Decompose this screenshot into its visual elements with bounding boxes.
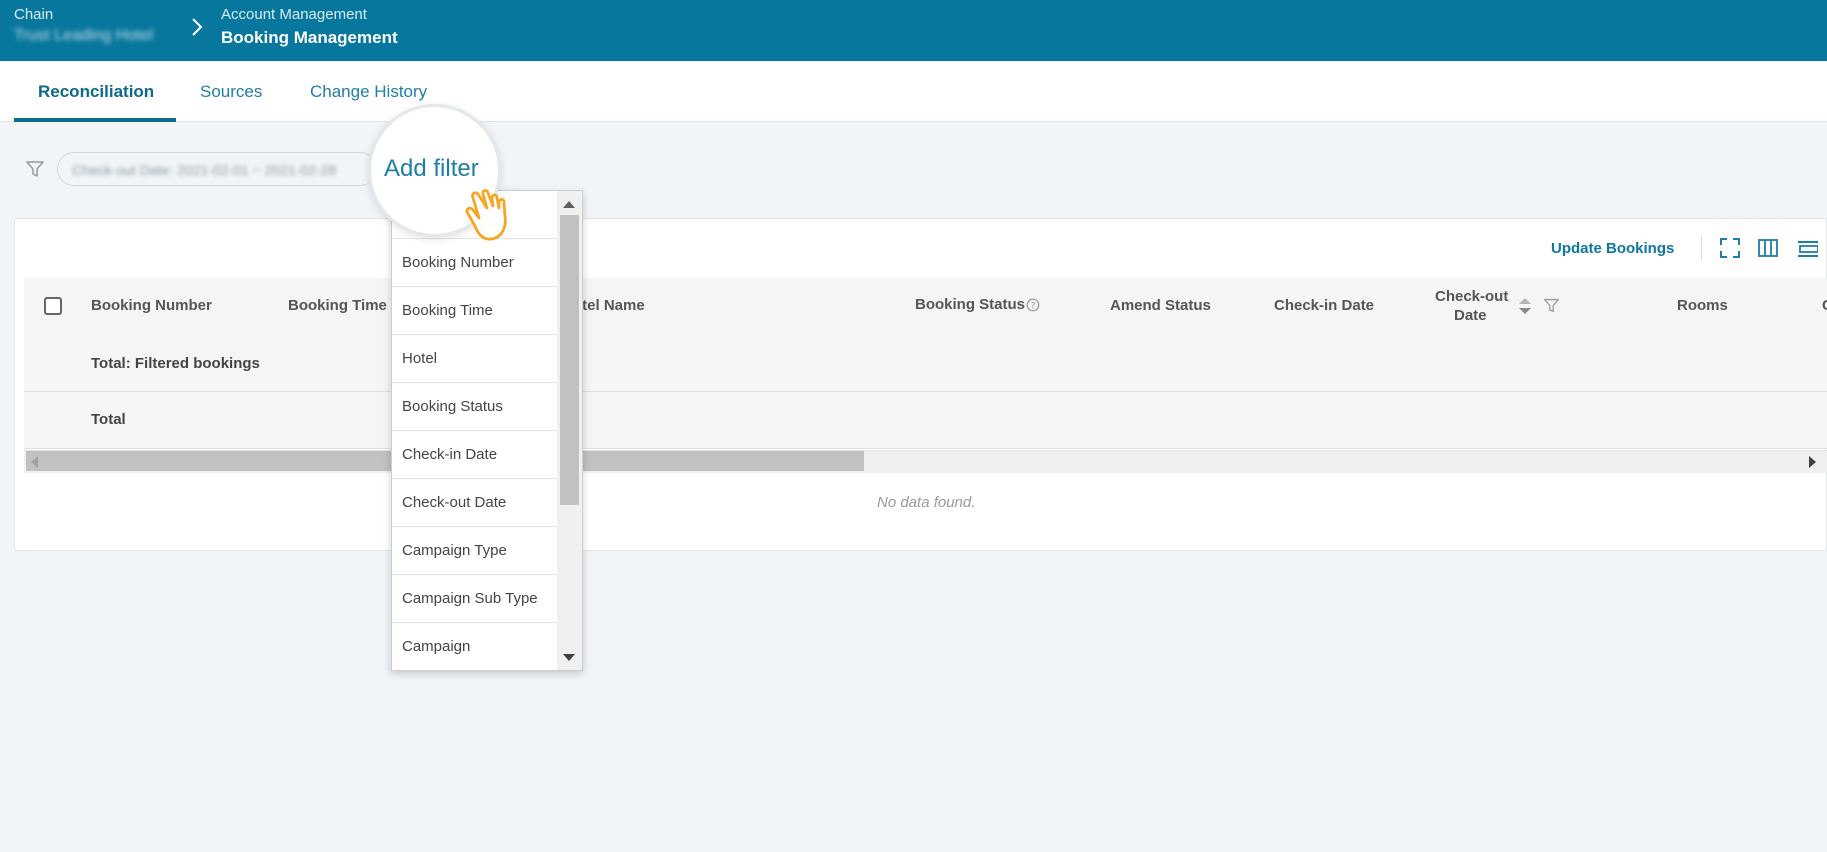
toolbar-divider (1701, 236, 1702, 260)
scroll-left-arrow-icon[interactable] (31, 456, 38, 468)
filter-option-check-in-date[interactable]: Check-in Date (392, 431, 557, 479)
tab-reconciliation[interactable]: Reconciliation (38, 82, 154, 102)
update-bookings-button[interactable]: Update Bookings (1551, 240, 1674, 257)
column-booking-number[interactable]: Booking Number (91, 297, 212, 314)
density-icon[interactable] (1796, 237, 1818, 259)
filter-option-check-out-date[interactable]: Check-out Date (392, 479, 557, 527)
add-filter-button[interactable]: Add filter (384, 155, 479, 183)
scroll-right-arrow-icon[interactable] (1809, 456, 1816, 468)
filter-option-booking-time[interactable]: Booking Time (392, 287, 557, 335)
column-booking-status[interactable]: Booking Status (915, 296, 1025, 313)
tab-bar: Reconciliation Sources Change History (0, 61, 1827, 122)
add-filter-dropdown: Booking Number Booking Time Hotel Bookin… (391, 190, 583, 671)
chain-label: Chain (14, 6, 54, 23)
help-icon[interactable]: ? (1026, 298, 1040, 312)
column-hotel-name[interactable]: otel Name (573, 297, 645, 314)
chevron-right-icon (192, 18, 203, 36)
top-header: Chain Trust Leading Hotel Account Manage… (0, 0, 1827, 61)
column-check-out-date-line2[interactable]: Date (1454, 307, 1487, 324)
scroll-down-arrow-icon[interactable] (563, 654, 575, 661)
tab-sources[interactable]: Sources (200, 82, 262, 102)
column-filter-icon[interactable] (1543, 297, 1560, 314)
page-title: Booking Management (221, 28, 398, 47)
row-label-total: Total (91, 411, 126, 428)
active-tab-indicator (14, 118, 176, 122)
fullscreen-icon[interactable] (1719, 237, 1741, 259)
filter-icon[interactable] (25, 159, 45, 179)
pointer-hand-icon (465, 189, 507, 241)
table-row: Total (24, 392, 1827, 449)
columns-icon[interactable] (1757, 237, 1779, 259)
column-clipped[interactable]: C (1822, 297, 1827, 314)
hotel-chain-name[interactable]: Trust Leading Hotel (14, 27, 174, 45)
scroll-up-arrow-icon[interactable] (563, 201, 575, 208)
column-check-out-date-line1[interactable]: Check-out (1435, 288, 1508, 305)
filter-option-campaign-sub-type[interactable]: Campaign Sub Type (392, 575, 557, 623)
dropdown-scrollbar-thumb[interactable] (560, 215, 579, 505)
tab-change-history[interactable]: Change History (310, 82, 427, 102)
column-booking-time[interactable]: Booking Time (288, 297, 387, 314)
active-filter-text: Check-out Date: 2021-02-01 ~ 2021-02-28 (72, 162, 337, 178)
svg-text:?: ? (1031, 302, 1036, 312)
row-label-filtered-total: Total: Filtered bookings (91, 355, 260, 372)
filter-option-campaign-type[interactable]: Campaign Type (392, 527, 557, 575)
column-check-in-date[interactable]: Check-in Date (1274, 297, 1374, 314)
sort-icon[interactable] (1518, 296, 1532, 316)
table-row: Total: Filtered bookings (24, 336, 1827, 392)
select-all-checkbox[interactable] (44, 297, 62, 315)
filter-option-campaign[interactable]: Campaign (392, 623, 557, 670)
column-rooms[interactable]: Rooms (1677, 297, 1728, 314)
filter-option-booking-status[interactable]: Booking Status (392, 383, 557, 431)
filter-option-booking-number[interactable]: Booking Number (392, 239, 557, 287)
filter-option-hotel[interactable]: Hotel (392, 335, 557, 383)
active-filter-chip[interactable]: Check-out Date: 2021-02-01 ~ 2021-02-28 (57, 152, 377, 186)
empty-state-text: No data found. (877, 494, 976, 511)
column-amend-status[interactable]: Amend Status (1110, 297, 1211, 314)
section-label: Account Management (221, 6, 367, 23)
